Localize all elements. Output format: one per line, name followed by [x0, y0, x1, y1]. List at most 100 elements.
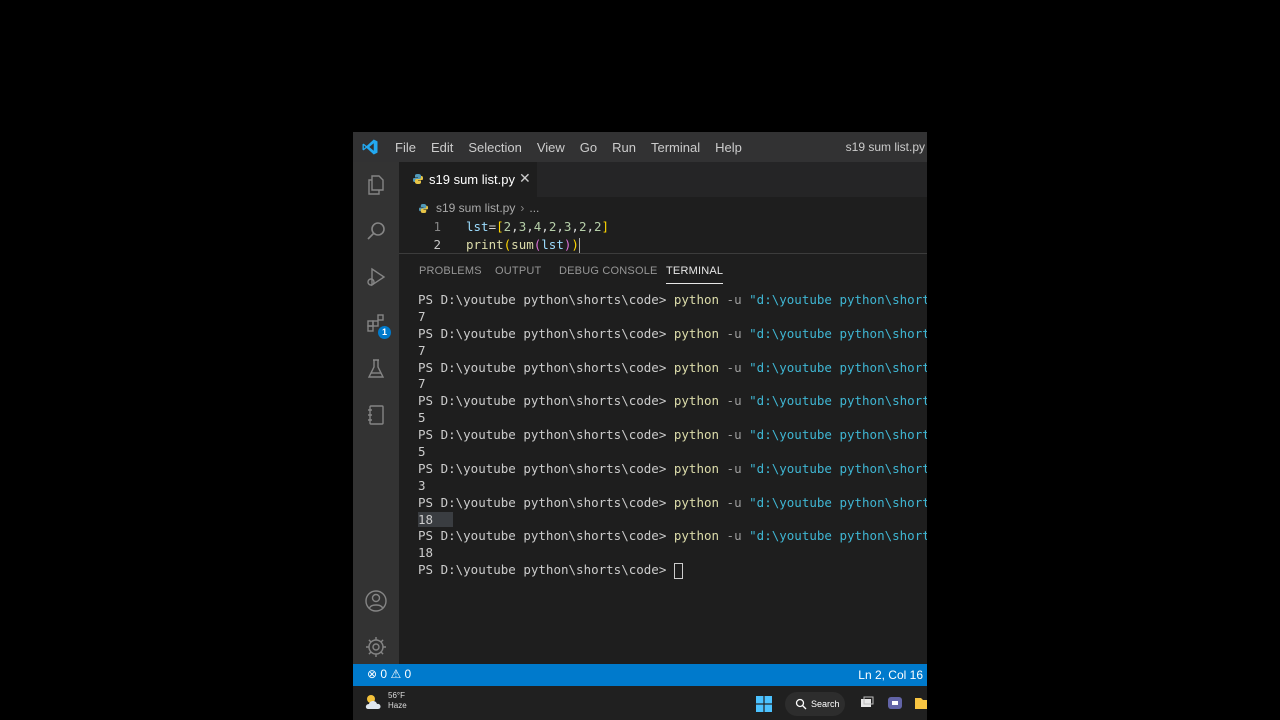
vscode-logo-icon — [362, 139, 378, 155]
menu-view[interactable]: View — [537, 140, 565, 155]
terminal-prompt: PS D:\youtube python\shorts\code> — [418, 393, 674, 409]
terminal-line: PS D:\youtube python\shorts\code> python… — [418, 360, 927, 377]
terminal-prompt: PS D:\youtube python\shorts\code> — [418, 562, 674, 578]
terminal-line: PS D:\youtube python\shorts\code> python… — [418, 461, 927, 478]
search-label: Search — [811, 699, 840, 709]
python-file-icon — [419, 203, 428, 213]
status-bar: ⊗ 0 ⚠ 0 Ln 2, Col 16 — [353, 664, 927, 686]
terminal-flag: -u — [719, 359, 750, 375]
terminal-command: python — [673, 460, 720, 476]
taskbar-search[interactable]: Search — [785, 692, 845, 716]
terminal-prompt: PS D:\youtube python\shorts\code> — [418, 325, 674, 341]
terminal-argument: "d:\youtube python\shorts\co — [749, 292, 927, 307]
tab-debug-console[interactable]: DEBUG CONSOLE — [559, 265, 658, 277]
error-icon: ⊗ — [367, 667, 378, 681]
panel-tab-bar: PROBLEMS OUTPUT DEBUG CONSOLE TERMINAL — [399, 254, 927, 286]
code-line-text: print(sum(lst)) — [466, 237, 580, 253]
window-title: s19 sum list.py — [845, 140, 925, 154]
close-icon[interactable]: ✕ — [519, 170, 531, 187]
terminal[interactable]: PS D:\youtube python\shorts\code> python… — [418, 292, 927, 579]
terminal-argument: "d:\youtube python\shorts\co — [749, 359, 927, 375]
terminal-output: 18 — [418, 545, 434, 561]
extensions-icon[interactable]: 1 — [353, 300, 399, 346]
explorer-icon[interactable] — [353, 162, 399, 208]
terminal-line: PS D:\youtube python\shorts\code> python… — [418, 495, 927, 512]
search-icon[interactable] — [353, 208, 399, 254]
terminal-output: 5 — [418, 444, 426, 460]
terminal-prompt: PS D:\youtube python\shorts\code> — [418, 359, 674, 375]
terminal-output-selected: 18 — [418, 511, 454, 527]
menu-selection[interactable]: Selection — [468, 140, 521, 155]
account-icon[interactable] — [353, 578, 399, 624]
code-editor[interactable]: 1 lst=[2,3,4,2,3,2,2] 2 print(sum(lst)) — [399, 218, 927, 254]
terminal-prompt: PS D:\youtube python\shorts\code> — [418, 494, 674, 510]
menu-go[interactable]: Go — [580, 140, 597, 155]
run-debug-icon[interactable] — [353, 254, 399, 300]
teams-chat-icon[interactable] — [887, 695, 903, 711]
notebook-icon[interactable] — [353, 392, 399, 438]
text-cursor — [578, 238, 580, 253]
terminal-flag: -u — [719, 393, 750, 409]
terminal-flag: -u — [719, 292, 750, 307]
weather-condition: Haze — [388, 701, 407, 710]
temperature: 56°F — [388, 691, 405, 700]
terminal-line: PS D:\youtube python\shorts\code> python… — [418, 326, 927, 343]
windows-start-icon[interactable] — [756, 696, 772, 712]
testing-icon[interactable] — [353, 346, 399, 392]
task-view-icon[interactable] — [859, 695, 875, 711]
editor-tab-bar: s19 sum list.py ✕ — [399, 162, 927, 197]
terminal-flag: -u — [719, 427, 750, 443]
terminal-argument: "d:\youtube python\shorts\co — [749, 494, 927, 510]
extensions-badge: 1 — [378, 326, 391, 339]
breadcrumb-more[interactable]: ... — [529, 201, 539, 215]
warning-icon: ⚠ — [390, 667, 402, 681]
problems-status[interactable]: ⊗ 0 ⚠ 0 — [367, 667, 411, 681]
terminal-line: PS D:\youtube python\shorts\code> — [418, 562, 927, 579]
code-line: 2 print(sum(lst)) — [399, 236, 927, 254]
terminal-command: python — [673, 528, 720, 544]
editor-tab[interactable]: s19 sum list.py ✕ — [399, 162, 537, 197]
tab-output[interactable]: OUTPUT — [495, 265, 541, 277]
tab-problems[interactable]: PROBLEMS — [419, 265, 482, 277]
menu-edit[interactable]: Edit — [431, 140, 453, 155]
terminal-argument: "d:\youtube python\shorts\co — [749, 393, 927, 409]
menu-bar: File Edit Selection View Go Run Terminal… — [395, 132, 757, 162]
terminal-output: 3 — [418, 477, 426, 493]
taskbar: 56°F Haze Search — [353, 686, 927, 720]
breadcrumb-file[interactable]: s19 sum list.py — [436, 201, 515, 215]
activity-bar: 1 — [353, 162, 399, 664]
weather-widget[interactable]: 56°F Haze — [388, 691, 407, 711]
menu-help[interactable]: Help — [715, 140, 742, 155]
error-count: 0 — [380, 667, 388, 681]
terminal-command: python — [673, 292, 720, 307]
terminal-output: 7 — [418, 376, 426, 392]
terminal-argument: "d:\youtube python\shorts\co — [749, 427, 927, 443]
menu-terminal[interactable]: Terminal — [651, 140, 700, 155]
terminal-command: python — [673, 494, 720, 510]
search-icon — [795, 698, 807, 710]
cloud-sun-icon[interactable] — [363, 692, 385, 712]
breadcrumb: s19 sum list.py › ... — [419, 198, 539, 218]
file-explorer-icon[interactable] — [915, 695, 927, 711]
terminal-flag: -u — [719, 494, 750, 510]
warning-count: 0 — [404, 667, 412, 681]
terminal-command: python — [673, 359, 720, 375]
code-line-text: lst=[2,3,4,2,3,2,2] — [466, 219, 610, 234]
terminal-flag: -u — [719, 325, 750, 341]
terminal-flag: -u — [719, 528, 750, 544]
chevron-right-icon: › — [520, 201, 525, 215]
terminal-line: PS D:\youtube python\shorts\code> python… — [418, 292, 927, 309]
vscode-window: File Edit Selection View Go Run Terminal… — [353, 132, 927, 720]
terminal-argument: "d:\youtube python\shorts\co — [749, 460, 927, 476]
terminal-prompt: PS D:\youtube python\shorts\code> — [418, 460, 674, 476]
menu-file[interactable]: File — [395, 140, 416, 155]
terminal-command: python — [673, 393, 720, 409]
terminal-line: PS D:\youtube python\shorts\code> python… — [418, 528, 927, 545]
terminal-output: 18 — [418, 511, 927, 529]
terminal-argument: "d:\youtube python\shorts\co — [749, 528, 927, 544]
editor-tab-label: s19 sum list.py — [429, 172, 515, 187]
tab-terminal[interactable]: TERMINAL — [666, 265, 724, 284]
cursor-position[interactable]: Ln 2, Col 16 — [858, 668, 923, 682]
terminal-argument: "d:\youtube python\shorts\co — [749, 325, 927, 341]
menu-run[interactable]: Run — [612, 140, 636, 155]
